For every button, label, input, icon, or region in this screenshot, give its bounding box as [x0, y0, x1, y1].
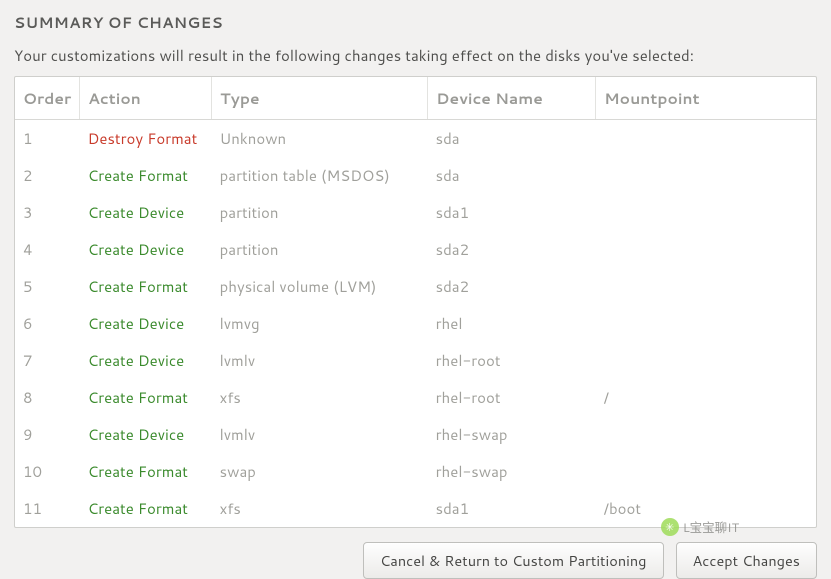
cell-device: rhel-root — [428, 342, 596, 379]
cell-type: xfs — [212, 379, 428, 416]
cell-device: rhel — [428, 305, 596, 342]
col-header-order[interactable]: Order — [15, 77, 80, 120]
cell-action: Create Format — [80, 453, 212, 490]
cell-mount — [596, 157, 816, 194]
cell-order: 6 — [15, 305, 80, 342]
cell-type: lvmlv — [212, 342, 428, 379]
cell-mount — [596, 342, 816, 379]
cell-device: sda — [428, 120, 596, 158]
cell-type: physical volume (LVM) — [212, 268, 428, 305]
table-row[interactable]: 8Create Formatxfsrhel-root/ — [15, 379, 816, 416]
cell-mount: / — [596, 379, 816, 416]
cell-action: Create Format — [80, 490, 212, 527]
col-header-type[interactable]: Type — [212, 77, 428, 120]
cell-mount — [596, 416, 816, 453]
table-row[interactable]: 9Create Devicelvmlvrhel-swap — [15, 416, 816, 453]
cell-order: 3 — [15, 194, 80, 231]
cell-device: sda — [428, 157, 596, 194]
cell-action: Create Device — [80, 194, 212, 231]
cell-device: sda2 — [428, 231, 596, 268]
cell-type: lvmvg — [212, 305, 428, 342]
cell-type: partition table (MSDOS) — [212, 157, 428, 194]
cell-type: partition — [212, 194, 428, 231]
cell-device: sda1 — [428, 490, 596, 527]
cell-mount — [596, 453, 816, 490]
cell-action: Destroy Format — [80, 120, 212, 158]
cell-order: 5 — [15, 268, 80, 305]
cell-action: Create Device — [80, 231, 212, 268]
cell-mount — [596, 194, 816, 231]
changes-table: Order Action Type Device Name Mountpoint… — [15, 77, 816, 527]
cell-action: Create Format — [80, 379, 212, 416]
cell-order: 1 — [15, 120, 80, 158]
cell-action: Create Format — [80, 268, 212, 305]
dialog-subtitle: Your customizations will result in the f… — [14, 45, 817, 66]
cell-type: lvmlv — [212, 416, 428, 453]
cell-type: Unknown — [212, 120, 428, 158]
cell-device: sda1 — [428, 194, 596, 231]
cell-mount — [596, 268, 816, 305]
cell-device: rhel-swap — [428, 453, 596, 490]
cell-order: 8 — [15, 379, 80, 416]
col-header-device[interactable]: Device Name — [428, 77, 596, 120]
cell-order: 10 — [15, 453, 80, 490]
cell-order: 4 — [15, 231, 80, 268]
cell-mount — [596, 305, 816, 342]
table-row[interactable]: 10Create Formatswaprhel-swap — [15, 453, 816, 490]
cell-mount — [596, 120, 816, 158]
table-header-row: Order Action Type Device Name Mountpoint — [15, 77, 816, 120]
accept-button[interactable]: Accept Changes — [676, 542, 817, 579]
table-row[interactable]: 4Create Devicepartitionsda2 — [15, 231, 816, 268]
cell-device: rhel-root — [428, 379, 596, 416]
cell-order: 2 — [15, 157, 80, 194]
cell-mount — [596, 231, 816, 268]
cell-type: partition — [212, 231, 428, 268]
table-row[interactable]: 2Create Formatpartition table (MSDOS)sda — [15, 157, 816, 194]
dialog-title: SUMMARY OF CHANGES — [14, 12, 817, 33]
cell-device: rhel-swap — [428, 416, 596, 453]
dialog-button-row: Cancel & Return to Custom Partitioning A… — [14, 542, 817, 579]
cell-order: 7 — [15, 342, 80, 379]
table-row[interactable]: 11Create Formatxfssda1/boot — [15, 490, 816, 527]
table-row[interactable]: 1Destroy FormatUnknownsda — [15, 120, 816, 158]
cell-type: swap — [212, 453, 428, 490]
cell-order: 11 — [15, 490, 80, 527]
table-row[interactable]: 5Create Formatphysical volume (LVM)sda2 — [15, 268, 816, 305]
cell-action: Create Device — [80, 342, 212, 379]
cell-action: Create Device — [80, 416, 212, 453]
changes-table-container: Order Action Type Device Name Mountpoint… — [14, 76, 817, 528]
table-row[interactable]: 7Create Devicelvmlvrhel-root — [15, 342, 816, 379]
cell-mount: /boot — [596, 490, 816, 527]
table-row[interactable]: 6Create Devicelvmvgrhel — [15, 305, 816, 342]
cell-action: Create Format — [80, 157, 212, 194]
cell-device: sda2 — [428, 268, 596, 305]
cell-order: 9 — [15, 416, 80, 453]
cell-type: xfs — [212, 490, 428, 527]
cancel-button[interactable]: Cancel & Return to Custom Partitioning — [363, 542, 664, 579]
cell-action: Create Device — [80, 305, 212, 342]
table-row[interactable]: 3Create Devicepartitionsda1 — [15, 194, 816, 231]
col-header-mount[interactable]: Mountpoint — [596, 77, 816, 120]
col-header-action[interactable]: Action — [80, 77, 212, 120]
